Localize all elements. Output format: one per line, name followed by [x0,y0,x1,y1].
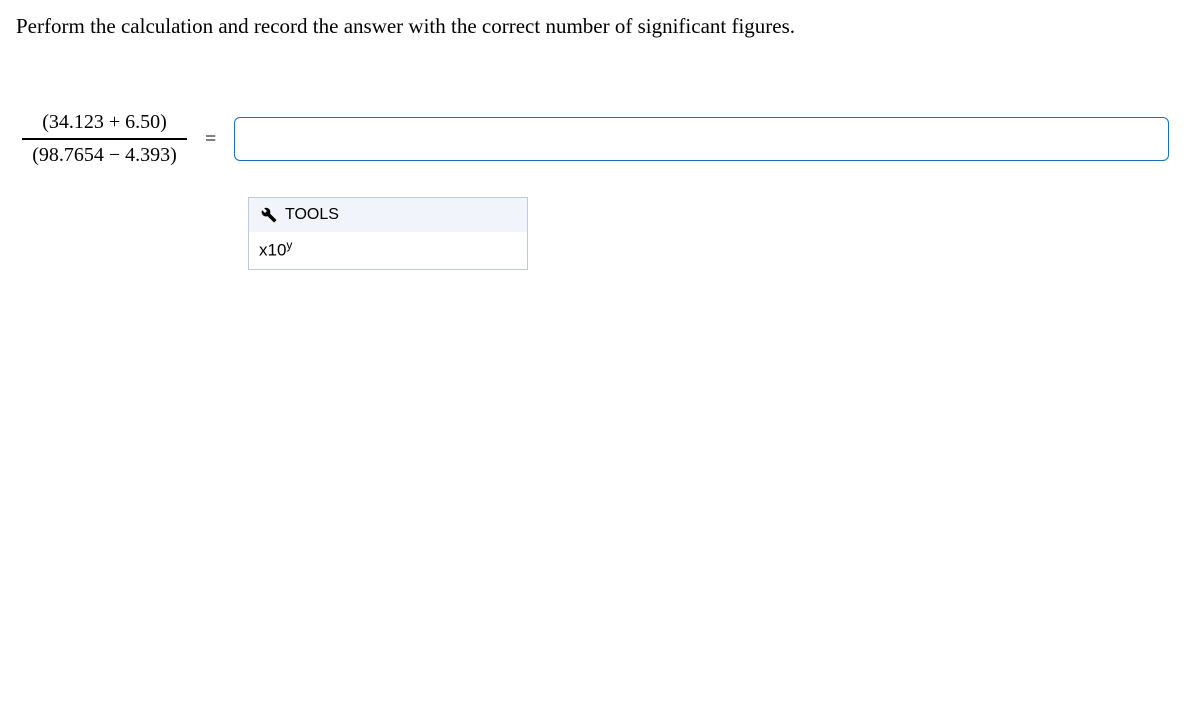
tool-scientific-notation[interactable]: x10y [249,232,527,269]
tool-sci-exp: y [286,238,292,252]
tools-header: TOOLS [249,198,527,232]
question-prompt: Perform the calculation and record the a… [16,12,1184,41]
tools-header-label: TOOLS [285,206,339,224]
wrench-icon [261,207,277,223]
tools-panel: TOOLS x10y [248,197,528,270]
equation-row: (34.123 + 6.50) (98.7654 − 4.393) = [22,111,1184,167]
fraction-numerator: (34.123 + 6.50) [38,111,171,138]
answer-input[interactable] [234,117,1169,161]
equals-sign: = [201,128,220,151]
fraction-denominator: (98.7654 − 4.393) [28,140,181,167]
fraction-expression: (34.123 + 6.50) (98.7654 − 4.393) [22,111,187,167]
tool-sci-base: x10 [259,241,286,260]
